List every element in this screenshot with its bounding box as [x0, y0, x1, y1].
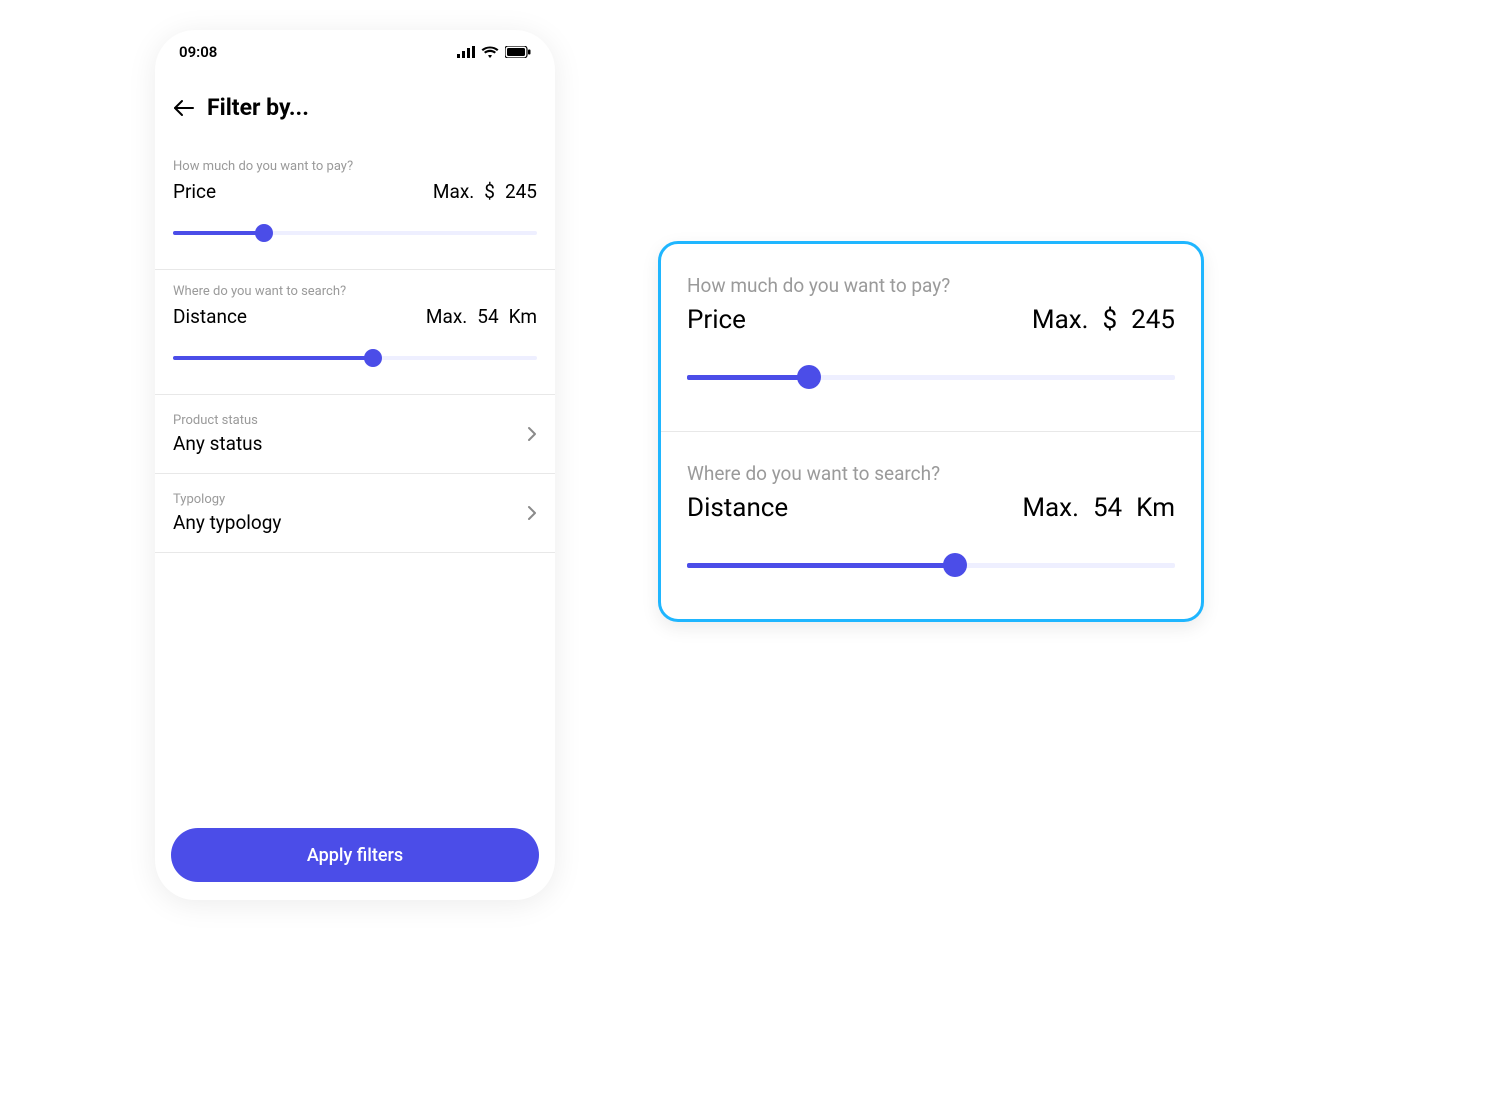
detail-card: How much do you want to pay? Price Max. …	[658, 241, 1204, 622]
page-title: Filter by...	[207, 94, 309, 121]
slider-fill	[687, 563, 955, 568]
slider-thumb[interactable]	[943, 553, 967, 577]
detail-price-section: How much do you want to pay? Price Max. …	[661, 244, 1201, 431]
detail-price-value: Max. $ 245	[1032, 305, 1175, 335]
battery-icon	[505, 46, 531, 58]
price-amount: 245	[505, 180, 537, 203]
footer: Apply filters	[155, 828, 555, 900]
chevron-right-icon	[527, 426, 537, 442]
slider-fill	[173, 231, 264, 235]
price-slider[interactable]	[173, 223, 537, 243]
distance-filter-section: Where do you want to search? Distance Ma…	[155, 270, 555, 395]
status-icons	[457, 46, 531, 59]
distance-label: Distance	[173, 305, 247, 328]
distance-value: Max. 54 Km	[426, 305, 537, 328]
typology-hint: Typology	[173, 492, 537, 507]
status-bar: 09:08	[155, 30, 555, 74]
price-hint: How much do you want to pay?	[173, 159, 537, 174]
back-arrow-icon[interactable]	[173, 99, 195, 117]
slider-fill	[173, 356, 373, 360]
slider-thumb[interactable]	[364, 349, 382, 367]
distance-hint: Where do you want to search?	[173, 284, 537, 299]
status-value: Any status	[173, 432, 537, 455]
detail-distance-value: Max. 54 Km	[1022, 493, 1175, 523]
apply-filters-button[interactable]: Apply filters	[171, 828, 539, 882]
price-value: Max. $ 245	[433, 180, 537, 203]
detail-price-label: Price	[687, 305, 746, 335]
header: Filter by...	[155, 74, 555, 145]
detail-distance-unit: Km	[1136, 493, 1175, 523]
detail-price-max-label: Max.	[1032, 305, 1089, 335]
detail-distance-label: Distance	[687, 493, 788, 523]
distance-unit: Km	[509, 305, 537, 328]
chevron-right-icon	[527, 505, 537, 521]
detail-distance-hint: Where do you want to search?	[687, 462, 1175, 485]
detail-distance-max-label: Max.	[1022, 493, 1079, 523]
signal-icon	[457, 46, 475, 58]
typology-value: Any typology	[173, 511, 537, 534]
slider-thumb[interactable]	[797, 365, 821, 389]
slider-thumb[interactable]	[255, 224, 273, 242]
detail-price-slider[interactable]	[687, 365, 1175, 389]
detail-distance-slider[interactable]	[687, 553, 1175, 577]
price-max-label: Max.	[433, 180, 474, 203]
status-hint: Product status	[173, 413, 537, 428]
phone-mockup: 09:08	[155, 30, 555, 900]
typology-row[interactable]: Typology Any typology	[155, 474, 555, 553]
detail-distance-amount: 54	[1093, 493, 1122, 523]
wifi-icon	[481, 46, 499, 59]
detail-price-amount: 245	[1131, 305, 1175, 335]
price-label: Price	[173, 180, 216, 203]
price-currency: $	[484, 180, 495, 203]
distance-slider[interactable]	[173, 348, 537, 368]
distance-amount: 54	[477, 305, 498, 328]
status-time: 09:08	[179, 43, 217, 61]
detail-price-currency: $	[1103, 305, 1118, 335]
price-filter-section: How much do you want to pay? Price Max. …	[155, 145, 555, 270]
detail-distance-section: Where do you want to search? Distance Ma…	[661, 431, 1201, 619]
product-status-row[interactable]: Product status Any status	[155, 395, 555, 474]
detail-price-hint: How much do you want to pay?	[687, 274, 1175, 297]
slider-fill	[687, 375, 809, 380]
distance-max-label: Max.	[426, 305, 467, 328]
